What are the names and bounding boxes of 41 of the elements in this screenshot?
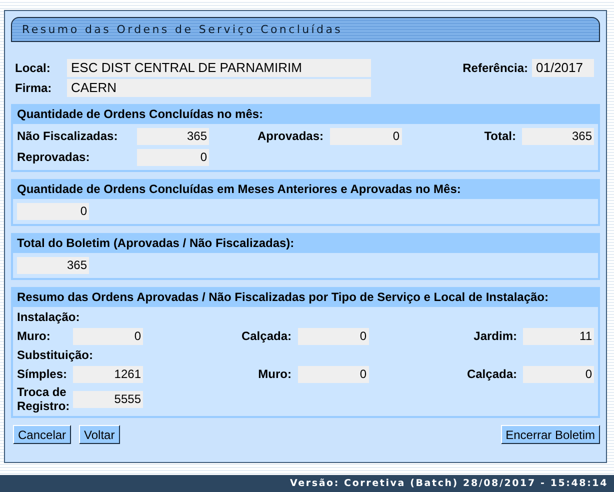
section-title: Quantidade de Ordens Concluídas em Meses Anteriores e Aprovadas no Mês: [13, 181, 598, 199]
version-bar: Versão: Corretiva (Batch) 28/08/2017 - 15:48:14 [0, 475, 614, 492]
action-button[interactable]: Cancelar [13, 425, 72, 444]
value-field: CAERN [67, 78, 371, 96]
field-label: Não Fiscalizadas: [17, 129, 119, 143]
value-field: 0 [298, 366, 368, 382]
value-field: 0 [330, 128, 402, 144]
action-button[interactable]: Voltar [79, 425, 120, 444]
field-label: Total: [483, 129, 517, 143]
value-field: 01/2017 [532, 58, 594, 76]
action-button[interactable]: Encerrar Boletim [500, 425, 600, 444]
field-label: Troca de Registro: [17, 385, 71, 413]
field-label: Jardim: [472, 329, 518, 343]
value-field: 5555 [73, 390, 143, 408]
field-label: Local: [15, 60, 52, 74]
page-title: Resumo das Ordens de Serviço Concluídas [11, 17, 600, 42]
section-title: Quantidade de Ordens Concluídas no mês: [13, 106, 598, 124]
value-field: 0 [523, 366, 594, 382]
section-title: Total do Boletim (Aprovadas / Não Fiscalizadas): [13, 235, 598, 253]
field-label: Aprovadas: [256, 129, 324, 143]
field-label: Muro: [17, 329, 52, 343]
value-field: ESC DIST CENTRAL DE PARNAMIRIM [67, 58, 371, 76]
field-label: Calçada: [240, 329, 292, 343]
value-field: 11 [523, 328, 594, 344]
field-label: Calçada: [466, 367, 518, 381]
field-label: Referência: [462, 60, 528, 74]
field-label: Firma: [15, 80, 53, 94]
value-field: 0 [73, 328, 143, 344]
field-label: Muro: [257, 367, 292, 381]
value-field: 365 [17, 256, 89, 274]
value-field: 1261 [73, 366, 143, 382]
field-label: Reprovadas: [17, 150, 91, 164]
section-title: Resumo das Ordens Aprovadas / Não Fiscalizadas por Tipo de Serviço e Local de Instalação: [13, 289, 598, 307]
field-label: Símples: [17, 367, 68, 381]
value-field: 365 [137, 128, 209, 144]
value-field: 0 [17, 202, 89, 220]
group-label: Instalação: [17, 309, 81, 326]
group-label: Substituição: [17, 347, 94, 364]
value-field: 0 [298, 328, 368, 344]
value-field: 0 [137, 148, 209, 166]
value-field: 365 [522, 128, 594, 144]
